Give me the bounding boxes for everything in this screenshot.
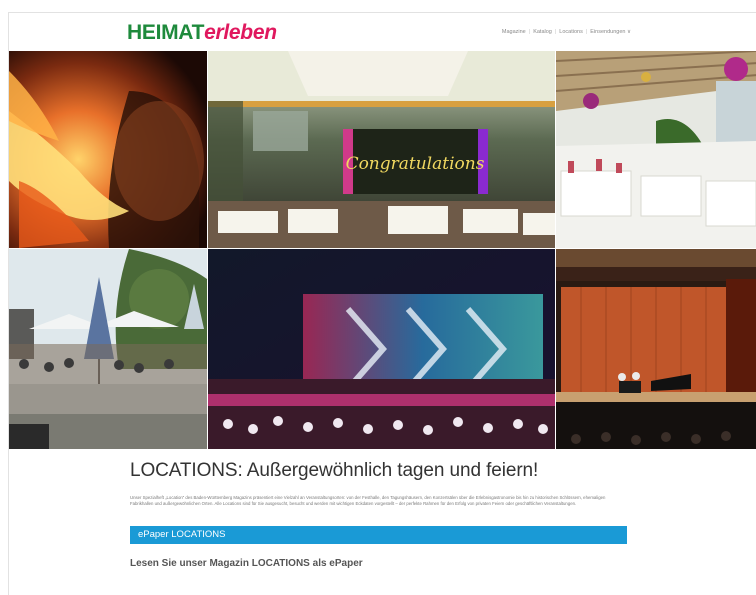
concert-hall-photo — [556, 249, 756, 449]
main-navigation: Magazine | Katalog | Locations | Einsend… — [502, 29, 631, 35]
page: HEIMATerleben Magazine | Katalog | Locat… — [8, 12, 756, 595]
gallery-image-decorated-banquet-hall[interactable] — [556, 51, 756, 248]
gallery-image-illuminated-building-night[interactable] — [208, 249, 555, 449]
illuminated-building-photo — [208, 249, 555, 449]
epaper-subheading: Lesen Sie unser Magazin LOCATIONS als eP… — [130, 557, 363, 569]
logo-secondary-text: erleben — [204, 21, 277, 44]
nav-separator: | — [554, 29, 557, 35]
location-photo-gallery: Congratulations — [9, 51, 756, 449]
gallery-image-outdoor-garden-party[interactable] — [9, 249, 207, 449]
nav-item-katalog[interactable]: Katalog — [533, 29, 552, 35]
site-header: HEIMATerleben Magazine | Katalog | Locat… — [9, 13, 756, 51]
event-hall-stage-photo: Congratulations — [208, 51, 555, 248]
main-content: LOCATIONS: Außergewöhnlich tagen und fei… — [130, 460, 630, 569]
stage-screen-text: Congratulations — [346, 154, 485, 174]
page-title: LOCATIONS: Außergewöhnlich tagen und fei… — [130, 460, 539, 481]
logo-primary-text: HEIMAT — [127, 21, 205, 44]
intro-paragraph: Unser Spezialheft „Location“ des Baden-W… — [130, 495, 606, 507]
banquet-hall-photo — [556, 51, 756, 248]
gallery-image-flame-cooking[interactable] — [9, 51, 207, 248]
nav-item-magazine[interactable]: Magazine — [502, 29, 526, 35]
site-logo[interactable]: HEIMATerleben — [127, 21, 277, 45]
nav-separator: | — [528, 29, 531, 35]
epaper-section-label: ePaper LOCATIONS — [138, 528, 226, 540]
nav-separator: | — [585, 29, 588, 35]
gallery-image-event-hall-stage[interactable]: Congratulations — [208, 51, 555, 248]
flame-cooking-photo — [9, 51, 207, 248]
garden-party-photo — [9, 249, 207, 449]
epaper-section-header[interactable]: ePaper LOCATIONS — [130, 525, 627, 544]
gallery-image-concert-hall-piano[interactable] — [556, 249, 756, 449]
nav-item-einsendungen[interactable]: Einsendungen ∨ — [590, 29, 631, 35]
nav-item-locations[interactable]: Locations — [559, 29, 583, 35]
